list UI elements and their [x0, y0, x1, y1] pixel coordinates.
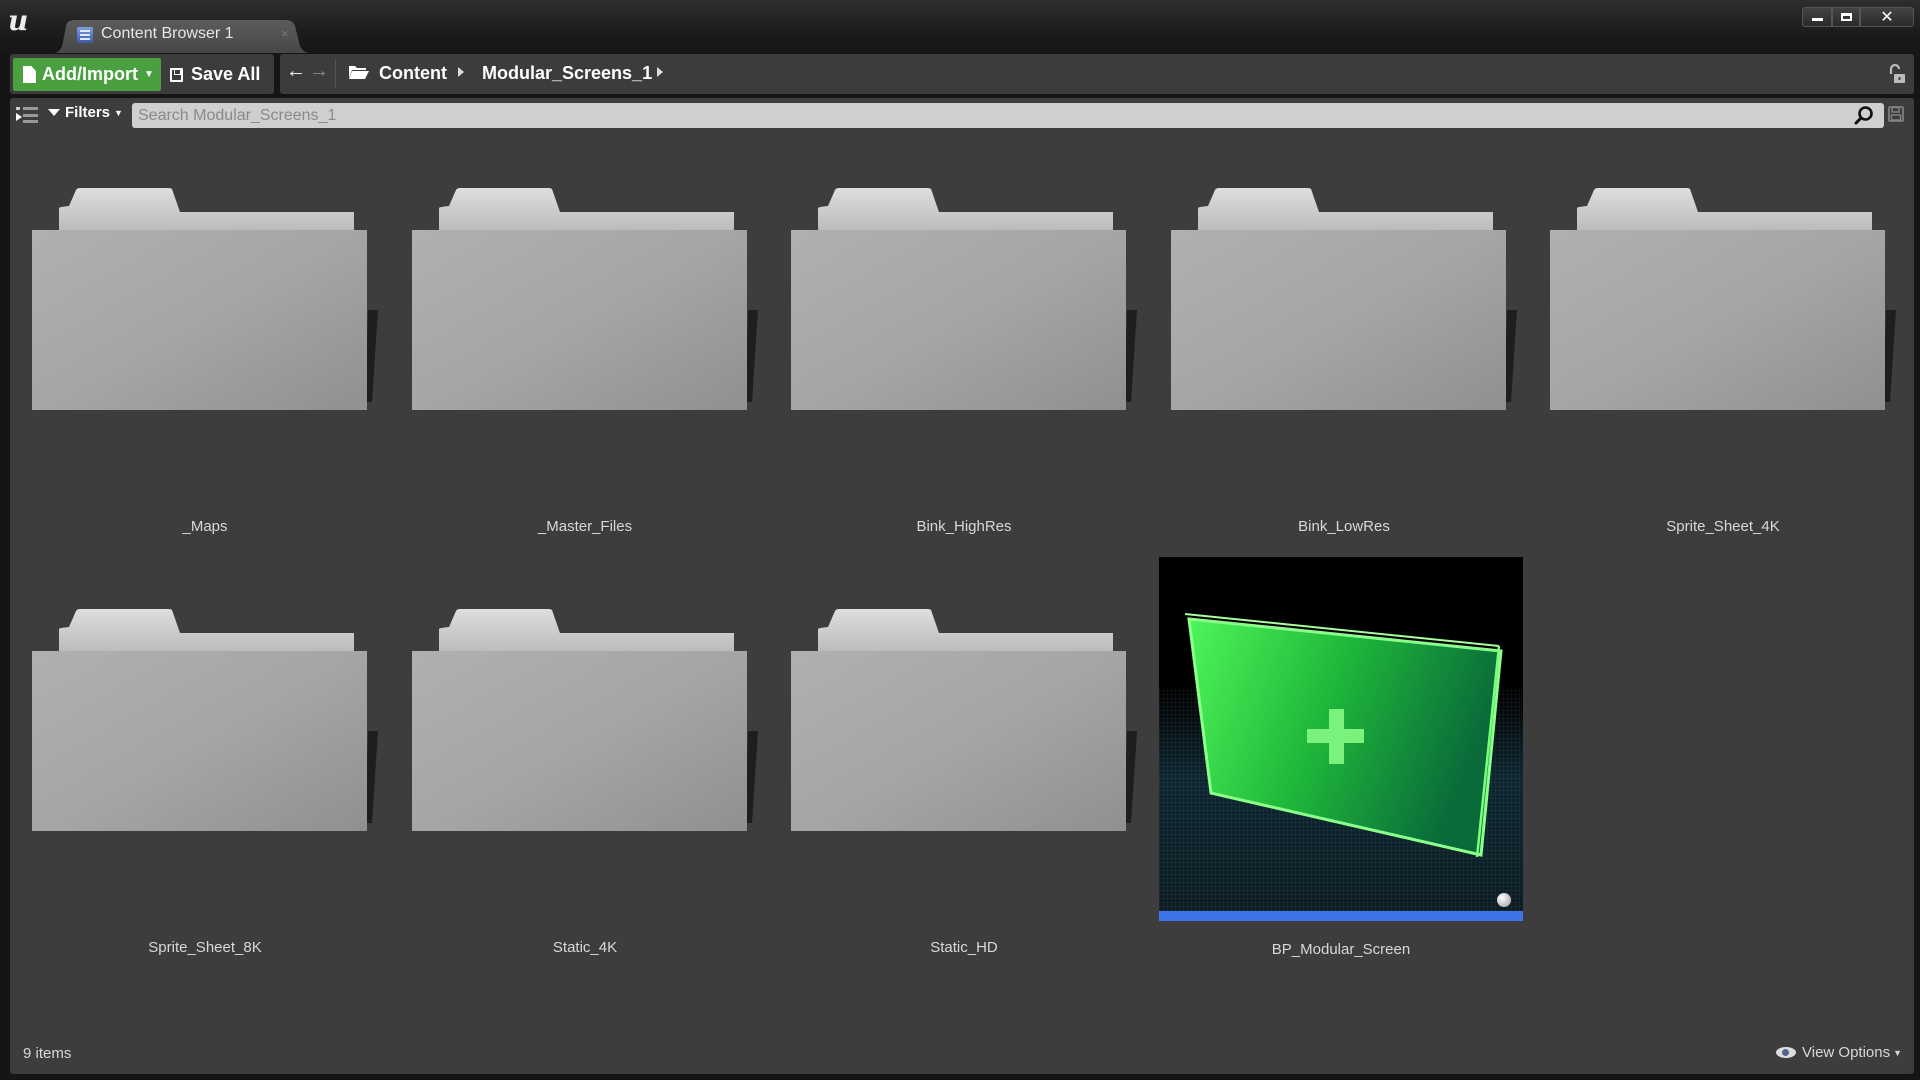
- save-search-icon[interactable]: [1888, 106, 1904, 122]
- folder-icon: [32, 188, 378, 410]
- folder-tile[interactable]: _Maps: [20, 170, 390, 570]
- search-input[interactable]: [132, 103, 1884, 128]
- filters-button[interactable]: Filters ▼: [48, 104, 123, 121]
- folder-tile[interactable]: _Master_Files: [400, 170, 770, 570]
- tab-close-icon[interactable]: ×: [281, 26, 289, 41]
- divider: [335, 60, 336, 88]
- breadcrumb-chevron-icon[interactable]: [657, 67, 663, 77]
- asset-label: Bink_HighRes: [916, 518, 1012, 535]
- breadcrumb-content[interactable]: Content: [379, 63, 447, 84]
- search-icon[interactable]: [1854, 105, 1874, 125]
- filters-label: Filters: [65, 104, 111, 121]
- close-icon: ✕: [1880, 9, 1894, 26]
- asset-label: Bink_LowRes: [1298, 518, 1390, 535]
- folder-tile[interactable]: Static_4K: [400, 591, 770, 991]
- close-button[interactable]: ✕: [1860, 7, 1914, 27]
- view-options-button[interactable]: View Options ▼: [1776, 1044, 1902, 1061]
- folder-icon: [791, 609, 1137, 831]
- folder-icon: [412, 188, 758, 410]
- blueprint-thumbnail[interactable]: [1159, 557, 1523, 921]
- save-all-label: Save All: [191, 64, 261, 84]
- tab-label: Content Browser 1: [101, 25, 234, 42]
- window-controls: ✕: [1802, 7, 1914, 27]
- item-count: 9 items: [23, 1045, 72, 1062]
- folder-icon: [32, 609, 378, 831]
- breadcrumb-chevron-icon[interactable]: [458, 67, 464, 77]
- save-all-button[interactable]: Save All: [170, 58, 270, 91]
- minimize-icon: [1811, 17, 1823, 21]
- tab-content-browser[interactable]: Content Browser 1 ×: [53, 20, 311, 53]
- unreal-logo-icon: u: [8, 4, 29, 37]
- add-import-button[interactable]: Add/Import ▼: [13, 58, 161, 91]
- folder-tile[interactable]: Static_HD: [779, 591, 1149, 991]
- minimize-button[interactable]: [1802, 7, 1832, 27]
- chevron-down-icon: ▼: [1893, 1047, 1903, 1058]
- folder-tile[interactable]: Bink_HighRes: [779, 170, 1149, 570]
- maximize-button[interactable]: [1832, 7, 1860, 27]
- asset-label: Static_4K: [552, 939, 618, 956]
- content-browser-icon: [77, 27, 93, 43]
- folder-tile[interactable]: Sprite_Sheet_4K: [1538, 170, 1908, 570]
- folder-tile[interactable]: Bink_LowRes: [1159, 170, 1529, 570]
- asset-label: Static_HD: [930, 939, 998, 956]
- add-import-label: Add/Import: [42, 64, 138, 84]
- folder-icon: [1550, 188, 1896, 410]
- chevron-down-icon: ▼: [114, 107, 123, 118]
- filter-icon: [48, 109, 60, 116]
- chevron-down-icon: ▼: [144, 69, 154, 80]
- folder-icon: [412, 609, 758, 831]
- asset-label: Sprite_Sheet_8K: [148, 939, 262, 956]
- new-document-icon: [23, 66, 36, 83]
- asset-label: BP_Modular_Screen: [1271, 941, 1411, 958]
- green-screen-plus-icon: [1184, 613, 1503, 858]
- breadcrumb-modular-screens[interactable]: Modular_Screens_1: [482, 63, 652, 84]
- asset-label: _Master_Files: [537, 518, 633, 535]
- folder-open-icon[interactable]: [348, 64, 370, 80]
- preview-sphere-icon: [1497, 893, 1511, 907]
- save-icon: [170, 67, 183, 82]
- asset-label: Sprite_Sheet_4K: [1666, 518, 1780, 535]
- sources-panel-toggle-icon[interactable]: [16, 106, 38, 124]
- folder-tile[interactable]: Sprite_Sheet_8K: [20, 591, 390, 991]
- asset-label: _Maps: [182, 518, 228, 535]
- asset-type-bar: [1159, 911, 1523, 921]
- folder-icon: [791, 188, 1137, 410]
- eye-icon: [1776, 1047, 1796, 1058]
- maximize-icon: [1840, 13, 1852, 21]
- back-arrow-icon[interactable]: ←: [286, 60, 306, 83]
- unlock-icon[interactable]: [1888, 64, 1906, 84]
- view-options-label: View Options: [1802, 1044, 1891, 1061]
- forward-arrow-icon[interactable]: →: [309, 60, 329, 83]
- folder-icon: [1171, 188, 1517, 410]
